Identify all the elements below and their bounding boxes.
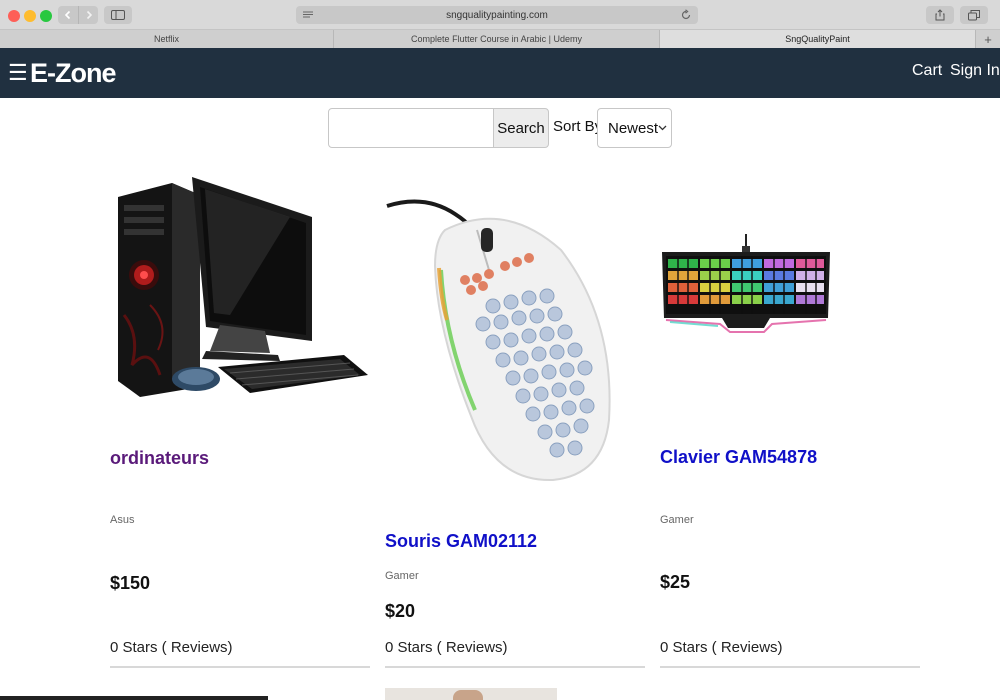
tab-udemy[interactable]: Complete Flutter Course in Arabic | Udem… — [334, 30, 660, 48]
chevron-down-icon — [658, 125, 667, 131]
sort-select[interactable]: Newest — [597, 108, 672, 148]
product-price: $25 — [660, 572, 691, 592]
gaming-mouse-image[interactable] — [385, 170, 615, 500]
forward-button[interactable] — [78, 6, 98, 24]
tabs-overview-icon — [968, 9, 980, 20]
product-price: $150 — [110, 573, 151, 593]
cart-link[interactable]: Cart — [912, 62, 942, 80]
desktop-computer-image[interactable] — [110, 175, 372, 405]
search-input[interactable] — [328, 108, 494, 148]
show-tabs-button[interactable] — [960, 6, 988, 24]
gaming-keyboard-image[interactable] — [660, 232, 832, 342]
tab-netflix[interactable]: Netflix — [0, 30, 334, 48]
product-card: Souris GAM02112 Gamer $20 0 Stars ( Revi… — [385, 170, 645, 670]
share-button[interactable] — [926, 6, 954, 24]
product-name-link[interactable]: Souris GAM02112 — [385, 531, 537, 552]
product-card: ordinateurs Asus $150 0 Stars ( Reviews) — [110, 170, 370, 670]
card-divider — [385, 666, 645, 668]
search-button[interactable]: Search — [493, 108, 549, 148]
browser-tab-bar: Netflix Complete Flutter Course in Arabi… — [0, 30, 1000, 48]
product-name-link[interactable]: ordinateurs — [110, 448, 209, 469]
chevron-right-icon — [86, 10, 92, 20]
product-image-partial[interactable] — [385, 688, 557, 700]
page-bottom-edge — [0, 696, 268, 700]
share-icon — [935, 9, 945, 21]
card-divider — [110, 666, 370, 668]
product-brand: Gamer — [385, 570, 419, 582]
product-brand: Gamer — [660, 514, 694, 526]
tab-sngqualitypaint[interactable]: SngQualityPaint — [660, 30, 976, 48]
reader-icon[interactable] — [302, 10, 314, 20]
back-button[interactable] — [58, 6, 78, 24]
product-card: Clavier GAM54878 Gamer $25 0 Stars ( Rev… — [660, 170, 920, 670]
brand-logo-link[interactable]: E-Zone — [30, 58, 116, 89]
product-name-link[interactable]: Clavier GAM54878 — [660, 447, 817, 468]
close-window-icon[interactable] — [8, 10, 20, 22]
new-tab-button[interactable]: + — [976, 30, 1000, 48]
sort-selected-value: Newest — [608, 119, 659, 137]
zoom-window-icon[interactable] — [40, 10, 52, 22]
sign-in-link[interactable]: Sign In — [950, 62, 1000, 80]
address-url: sngqualitypainting.com — [446, 9, 548, 21]
product-rating: 0 Stars ( Reviews) — [385, 639, 508, 656]
reload-icon[interactable] — [680, 9, 692, 21]
sidebar-icon — [111, 10, 125, 20]
sort-by-label: Sort By — [553, 118, 603, 135]
product-price: $20 — [385, 601, 416, 621]
chevron-left-icon — [64, 10, 71, 20]
address-bar[interactable]: sngqualitypainting.com — [296, 6, 698, 24]
card-divider — [660, 666, 920, 668]
hamburger-menu-icon[interactable]: ☰ — [8, 62, 28, 84]
minimize-window-icon[interactable] — [24, 10, 36, 22]
browser-titlebar: sngqualitypainting.com — [0, 0, 1000, 30]
product-brand: Asus — [110, 514, 135, 526]
sidebar-toggle-button[interactable] — [104, 6, 132, 24]
product-rating: 0 Stars ( Reviews) — [660, 639, 783, 656]
product-rating: 0 Stars ( Reviews) — [110, 639, 233, 656]
site-header: ☰ E-Zone Cart Sign In — [0, 48, 1000, 98]
